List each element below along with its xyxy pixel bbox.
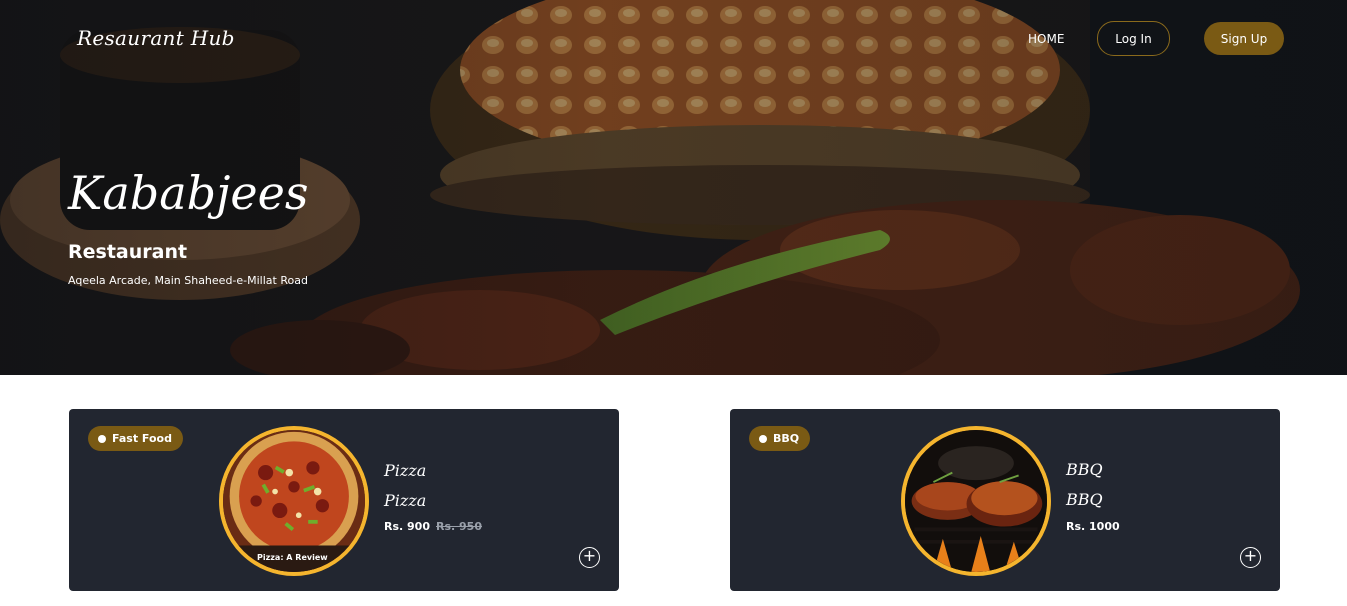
restaurant-subtitle: Restaurant (68, 241, 188, 263)
menu-item-title: BBQ (1066, 490, 1103, 509)
login-button[interactable]: Log In (1097, 21, 1170, 56)
category-label: Fast Food (112, 432, 172, 445)
add-to-cart-button[interactable]: + (1240, 547, 1261, 568)
menu-item-title: Pizza (384, 491, 427, 510)
bbq-image (905, 430, 1047, 572)
current-price: Rs. 1000 (1066, 520, 1120, 533)
image-caption: Pizza: A Review (257, 553, 328, 562)
restaurant-title: Kababjees (68, 166, 309, 220)
menu-item-image: Pizza: A Review (219, 426, 369, 576)
menu-item-card[interactable]: Fast Food Pizza: A Review Pizza Pizza Rs… (69, 409, 619, 591)
menu-item-price: Rs. 1000 (1066, 520, 1120, 533)
menu-item-image (901, 426, 1051, 576)
category-label: BBQ (773, 432, 800, 445)
badge-dot-icon (98, 434, 106, 443)
menu-item-name: BBQ (1066, 460, 1103, 479)
category-badge: BBQ (749, 426, 811, 451)
category-badge: Fast Food (88, 426, 183, 451)
old-price: Rs. 950 (436, 520, 482, 533)
menu-item-price: Rs. 900 Rs. 950 (384, 520, 482, 533)
menu-item-name: Pizza (384, 461, 427, 480)
restaurant-address: Aqeela Arcade, Main Shaheed-e-Millat Roa… (68, 274, 308, 287)
menu-item-card[interactable]: BBQ BBQ BBQ Rs. 1000 + (730, 409, 1280, 591)
brand-logo[interactable]: Resaurant Hub (77, 26, 235, 50)
nav-home-link[interactable]: HOME (1028, 32, 1064, 46)
badge-dot-icon (759, 434, 767, 443)
pizza-image (223, 430, 365, 572)
current-price: Rs. 900 (384, 520, 430, 533)
add-to-cart-button[interactable]: + (579, 547, 600, 568)
signup-button[interactable]: Sign Up (1204, 22, 1284, 55)
hero-banner: Resaurant Hub HOME Log In Sign Up Kababj… (0, 0, 1347, 375)
